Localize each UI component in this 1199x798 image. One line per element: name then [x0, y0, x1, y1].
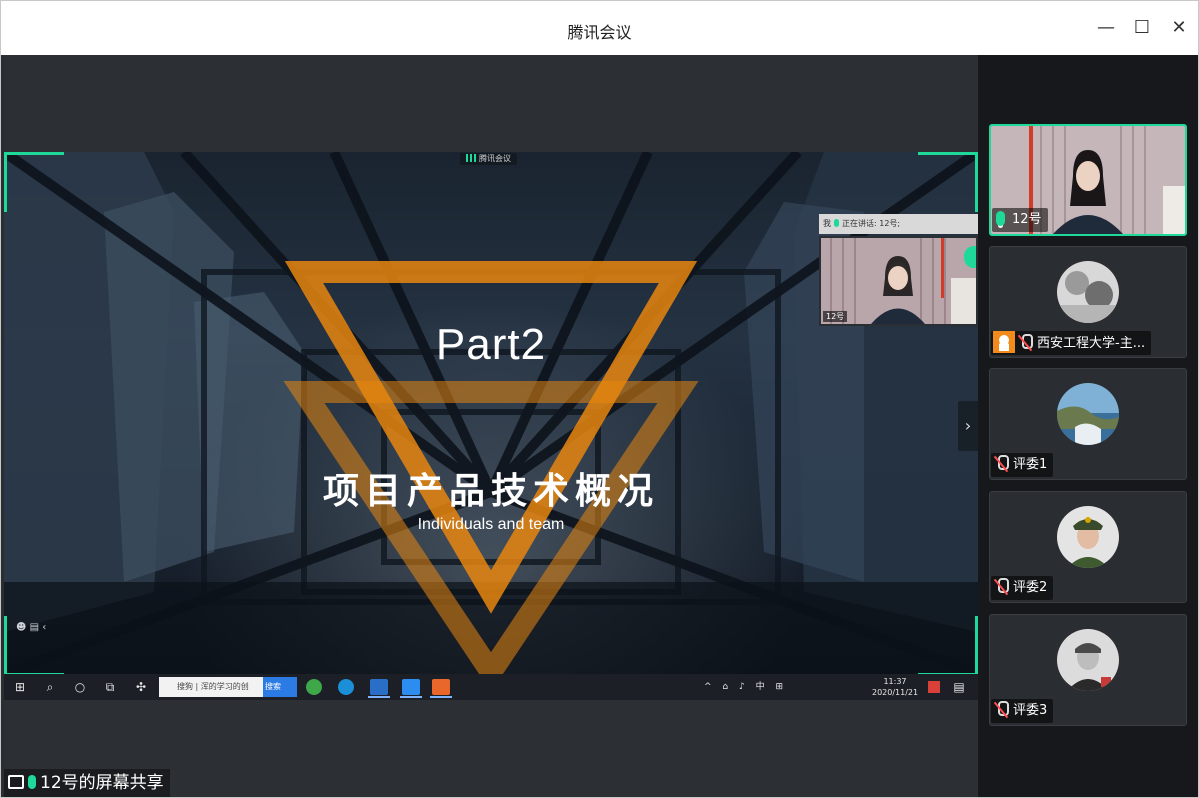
- participant-name-text: 评委2: [1013, 580, 1048, 595]
- mic-off-icon: [995, 455, 1009, 471]
- browser-360-icon[interactable]: [306, 679, 322, 695]
- taskbar-search-button[interactable]: 搜索: [263, 677, 297, 697]
- participant-name: 评委3: [991, 699, 1054, 723]
- clock-time: 11:37: [883, 677, 907, 686]
- speaking-indicator: 我 正在讲话: 12号;: [819, 214, 978, 234]
- avatar: [1057, 506, 1119, 568]
- system-tray[interactable]: ^ ⌂ ♪ 中 ⊞: [704, 678, 787, 696]
- wps-icon[interactable]: [368, 679, 390, 698]
- self-label: 我: [823, 219, 831, 228]
- close-button[interactable]: ✕: [1166, 15, 1192, 41]
- avatar: [1057, 261, 1119, 323]
- slide-part-title: Part2: [435, 320, 547, 369]
- share-frame-corner: [918, 616, 978, 674]
- share-frame-corner: [4, 152, 64, 212]
- mic-icon: [28, 775, 36, 789]
- avatar-image: [1057, 383, 1119, 445]
- avatar: [1057, 629, 1119, 691]
- share-status-text: 12号的屏幕共享: [40, 773, 164, 793]
- windows-start-icon[interactable]: ⊞: [12, 678, 28, 696]
- fan-icon[interactable]: ✣: [132, 678, 150, 696]
- participant-name-text: 评委3: [1013, 703, 1048, 718]
- avatar: [1057, 383, 1119, 445]
- mic-off-icon: [995, 578, 1009, 594]
- participant-name-text: 12号: [1012, 212, 1042, 227]
- participant-tile[interactable]: 评委3: [989, 614, 1187, 726]
- participant-name-text: 西安工程大学-主...: [1037, 336, 1146, 351]
- avatar-image: [1057, 261, 1119, 323]
- share-frame-corner: [918, 152, 978, 212]
- mic-off-icon: [995, 701, 1009, 717]
- participant-sidebar: 12号 西安工程大学-主... 评委1 评委2 评委3: [978, 55, 1198, 797]
- participant-tile[interactable]: 评委2: [989, 491, 1187, 603]
- shared-slide: 腾讯会议 Part2 项目产品技术概况 Individuals and team…: [4, 152, 978, 674]
- participant-tile[interactable]: 评委1: [989, 368, 1187, 480]
- speaking-text: 正在讲话: 12号;: [842, 219, 901, 228]
- edge-icon[interactable]: [338, 679, 354, 695]
- taskbar-search-input[interactable]: 搜狗 | 浑的学习的创: [159, 677, 263, 697]
- task-view-icon[interactable]: ⧉: [102, 678, 118, 696]
- host-badge-icon: [993, 331, 1015, 353]
- pip-expand-tab[interactable]: [964, 246, 976, 268]
- pip-name-label: 12号: [823, 311, 848, 322]
- participant-name-text: 评委1: [1013, 457, 1048, 472]
- screen-share-stage: 腾讯会议 Part2 项目产品技术概况 Individuals and team…: [4, 55, 978, 797]
- minimize-button[interactable]: —: [1093, 15, 1119, 41]
- next-page-button[interactable]: ›: [958, 401, 978, 451]
- slide-subtitle: Individuals and team: [417, 516, 565, 533]
- pip-video[interactable]: 12号: [819, 236, 978, 326]
- slide-main-title: 项目产品技术概况: [322, 471, 659, 512]
- avatar-image: [1057, 629, 1119, 691]
- sharing-app-label: 腾讯会议: [460, 153, 517, 165]
- participant-name: 评委1: [991, 453, 1054, 477]
- app-window: 腾讯会议 — ☐ ✕ 腾讯会议 Part2 项目产品技术概况 Individua…: [0, 0, 1199, 798]
- screen-share-status: 12号的屏幕共享: [4, 769, 170, 797]
- participant-name: 评委2: [991, 576, 1054, 600]
- notification-icon[interactable]: [928, 681, 940, 693]
- participant-tile[interactable]: 12号: [989, 124, 1187, 236]
- mic-on-icon: [996, 211, 1005, 226]
- mic-icon: [834, 219, 839, 227]
- slide-tools[interactable]: ☻ ▤ ‹: [16, 622, 46, 633]
- participant-name: 12号: [992, 208, 1048, 232]
- screen-share-icon: [8, 775, 24, 789]
- cortana-icon[interactable]: ○: [72, 678, 88, 696]
- taskbar-clock[interactable]: 11:37 2020/11/21: [872, 676, 918, 698]
- sharing-app-text: 腾讯会议: [479, 154, 511, 163]
- participant-name: 西安工程大学-主...: [991, 331, 1152, 355]
- slideshow-icon[interactable]: [430, 679, 452, 698]
- signal-icon: [466, 154, 476, 162]
- participant-tile[interactable]: 西安工程大学-主...: [989, 246, 1187, 358]
- windows-taskbar: ⊞ ⌕ ○ ⧉ ✣ 搜狗 | 浑的学习的创 搜索 ^ ⌂ ♪ 中 ⊞ 11:37…: [4, 674, 978, 700]
- tencent-meeting-icon[interactable]: [400, 679, 422, 698]
- avatar-image: [1057, 506, 1119, 568]
- clock-date: 2020/11/21: [872, 688, 919, 697]
- window-title: 腾讯会议: [567, 23, 632, 42]
- mic-off-icon: [1019, 334, 1033, 350]
- search-icon[interactable]: ⌕: [42, 678, 58, 696]
- maximize-button[interactable]: ☐: [1129, 15, 1155, 41]
- action-center-icon[interactable]: ▤: [952, 678, 966, 696]
- title-bar: 腾讯会议 — ☐ ✕: [1, 1, 1198, 55]
